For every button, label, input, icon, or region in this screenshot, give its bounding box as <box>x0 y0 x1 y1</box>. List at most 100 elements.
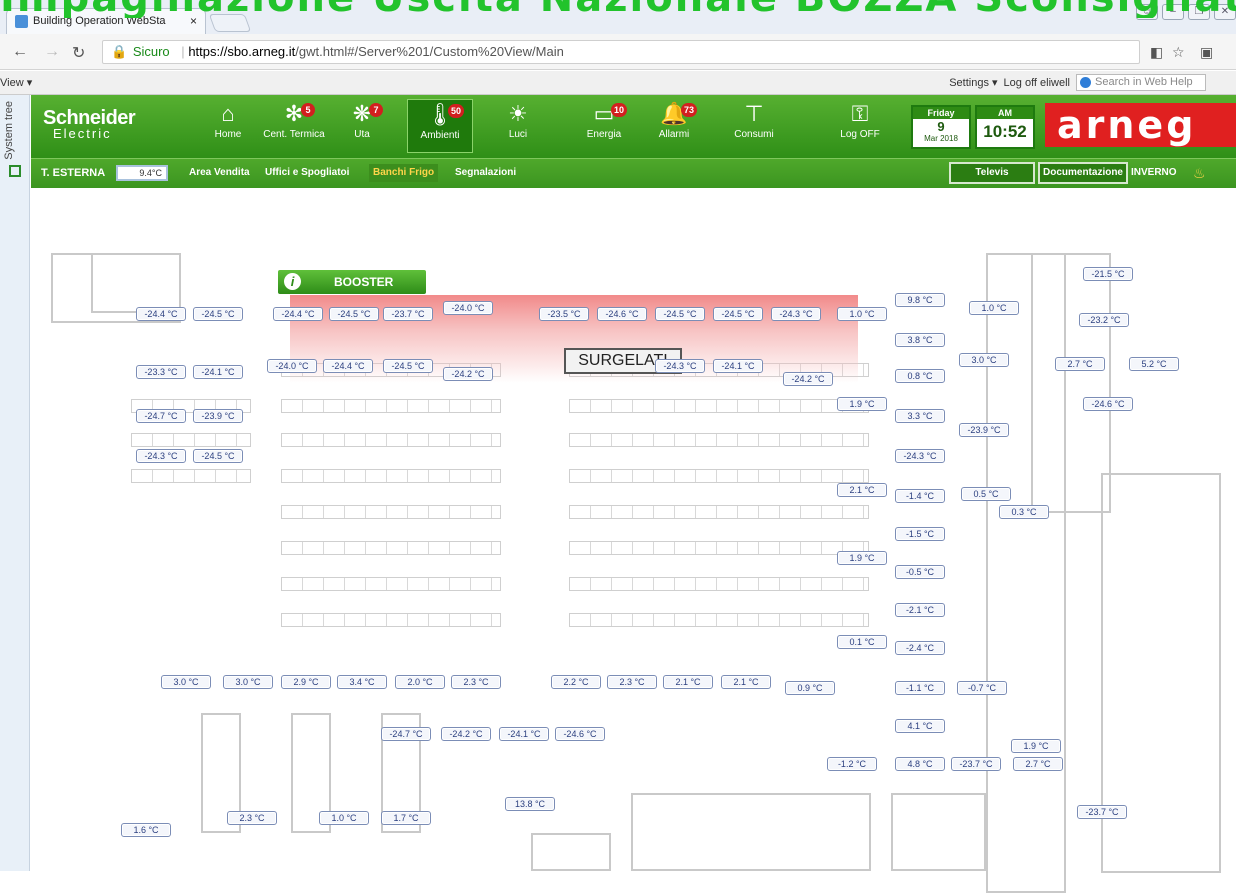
temperature-readout[interactable]: -24.7 °C <box>381 727 431 741</box>
temperature-readout[interactable]: -24.6 °C <box>1083 397 1133 411</box>
temperature-readout[interactable]: 2.7 °C <box>1055 357 1105 371</box>
tab-area-vendita[interactable]: Area Vendita <box>185 164 254 182</box>
temperature-readout[interactable]: -24.5 °C <box>713 307 763 321</box>
help-search-input[interactable]: Search in Web Help <box>1076 74 1206 91</box>
temperature-readout[interactable]: -1.2 °C <box>827 757 877 771</box>
temperature-readout[interactable]: -24.2 °C <box>443 367 493 381</box>
nav-uta[interactable]: ❋ Uta 7 <box>329 99 395 153</box>
temperature-readout[interactable]: 1.9 °C <box>837 397 887 411</box>
tab-segnalazioni[interactable]: Segnalazioni <box>451 164 520 182</box>
temperature-readout[interactable]: 2.7 °C <box>1013 757 1063 771</box>
temperature-readout[interactable]: 1.0 °C <box>837 307 887 321</box>
settings-menu[interactable]: Settings ▾ <box>949 76 997 89</box>
nav-cent-termica[interactable]: ✻ Cent. Termica 5 <box>261 99 327 153</box>
nav-ambienti[interactable]: 🌡 Ambienti 50 <box>407 99 473 153</box>
temperature-readout[interactable]: 13.8 °C <box>505 797 555 811</box>
booster-button[interactable]: i BOOSTER <box>278 270 426 294</box>
nav-log-off[interactable]: ⚿ Log OFF <box>827 99 893 153</box>
temperature-readout[interactable]: -24.4 °C <box>136 307 186 321</box>
tree-icon[interactable] <box>9 165 21 177</box>
temperature-readout[interactable]: -24.2 °C <box>441 727 491 741</box>
temperature-readout[interactable]: 4.8 °C <box>895 757 945 771</box>
temperature-readout[interactable]: -24.0 °C <box>443 301 493 315</box>
nav-energia[interactable]: ▭ Energia 10 <box>571 99 637 153</box>
temperature-readout[interactable]: 3.0 °C <box>161 675 211 689</box>
url-input[interactable]: 🔒 Sicuro | https://sbo.arneg.it/gwt.html… <box>102 40 1140 64</box>
temperature-readout[interactable]: -24.6 °C <box>555 727 605 741</box>
tab-banchi-frigo[interactable]: Banchi Frigo <box>369 164 439 182</box>
temperature-readout[interactable]: 3.0 °C <box>959 353 1009 367</box>
temperature-readout[interactable]: -24.1 °C <box>713 359 763 373</box>
temperature-readout[interactable]: 2.9 °C <box>281 675 331 689</box>
temperature-readout[interactable]: 0.8 °C <box>895 369 945 383</box>
temperature-readout[interactable]: -24.3 °C <box>655 359 705 373</box>
temperature-readout[interactable]: -24.7 °C <box>136 409 186 423</box>
temperature-readout[interactable]: -1.5 °C <box>895 527 945 541</box>
extension-icon[interactable]: ▣ <box>1200 44 1213 61</box>
temperature-readout[interactable]: -24.3 °C <box>136 449 186 463</box>
nav-consumi[interactable]: ⊤ Consumi <box>721 99 787 153</box>
temperature-readout[interactable]: -24.5 °C <box>193 307 243 321</box>
temperature-readout[interactable]: 2.1 °C <box>721 675 771 689</box>
back-icon[interactable]: ← <box>12 43 28 61</box>
temperature-readout[interactable]: -0.5 °C <box>895 565 945 579</box>
temperature-readout[interactable]: 0.9 °C <box>785 681 835 695</box>
temperature-readout[interactable]: -24.5 °C <box>655 307 705 321</box>
temperature-readout[interactable]: -23.9 °C <box>959 423 1009 437</box>
temperature-readout[interactable]: -2.1 °C <box>895 603 945 617</box>
temperature-readout[interactable]: -23.5 °C <box>539 307 589 321</box>
nav-allarmi[interactable]: 🔔 Allarmi 73 <box>641 99 707 153</box>
temperature-readout[interactable]: -24.6 °C <box>597 307 647 321</box>
temperature-readout[interactable]: 2.3 °C <box>607 675 657 689</box>
temperature-readout[interactable]: 2.0 °C <box>395 675 445 689</box>
temperature-readout[interactable]: -23.3 °C <box>136 365 186 379</box>
temperature-readout[interactable]: -1.4 °C <box>895 489 945 503</box>
forward-icon[interactable]: → <box>44 43 60 61</box>
tab-uffici-spogliatoi[interactable]: Uffici e Spogliatoi <box>261 164 353 182</box>
temperature-readout[interactable]: 1.6 °C <box>121 823 171 837</box>
temperature-readout[interactable]: 4.1 °C <box>895 719 945 733</box>
temperature-readout[interactable]: -23.7 °C <box>383 307 433 321</box>
blocked-popup-icon[interactable]: ◧ <box>1150 44 1163 61</box>
temperature-readout[interactable]: 2.1 °C <box>837 483 887 497</box>
temperature-readout[interactable]: -24.1 °C <box>499 727 549 741</box>
reload-icon[interactable]: ↻ <box>72 43 85 63</box>
nav-home[interactable]: ⌂ Home <box>195 99 261 153</box>
temperature-readout[interactable]: 9.8 °C <box>895 293 945 307</box>
temperature-readout[interactable]: 0.5 °C <box>961 487 1011 501</box>
temperature-readout[interactable]: 0.1 °C <box>837 635 887 649</box>
temperature-readout[interactable]: -0.7 °C <box>957 681 1007 695</box>
temperature-readout[interactable]: -24.4 °C <box>273 307 323 321</box>
temperature-readout[interactable]: 5.2 °C <box>1129 357 1179 371</box>
temperature-readout[interactable]: -23.7 °C <box>951 757 1001 771</box>
temperature-readout[interactable]: 1.0 °C <box>969 301 1019 315</box>
temperature-readout[interactable]: 3.3 °C <box>895 409 945 423</box>
bookmark-star-icon[interactable]: ☆ <box>1172 44 1185 61</box>
temperature-readout[interactable]: -24.1 °C <box>193 365 243 379</box>
temperature-readout[interactable]: -23.7 °C <box>1077 805 1127 819</box>
temperature-readout[interactable]: -1.1 °C <box>895 681 945 695</box>
nav-luci[interactable]: ☀ Luci <box>485 99 551 153</box>
temperature-readout[interactable]: -2.4 °C <box>895 641 945 655</box>
temperature-readout[interactable]: 2.3 °C <box>227 811 277 825</box>
view-menu[interactable]: View ▾ <box>0 76 32 89</box>
temperature-readout[interactable]: 2.3 °C <box>451 675 501 689</box>
temperature-readout[interactable]: -24.5 °C <box>329 307 379 321</box>
temperature-readout[interactable]: -21.5 °C <box>1083 267 1133 281</box>
temperature-readout[interactable]: 3.8 °C <box>895 333 945 347</box>
temperature-readout[interactable]: 1.9 °C <box>1011 739 1061 753</box>
logoff-link[interactable]: Log off eliwell <box>1004 77 1070 89</box>
televis-button[interactable]: Televis <box>949 162 1035 184</box>
temperature-readout[interactable]: -24.4 °C <box>323 359 373 373</box>
temperature-readout[interactable]: 3.0 °C <box>223 675 273 689</box>
temperature-readout[interactable]: 1.0 °C <box>319 811 369 825</box>
heat-waves-icon[interactable]: ♨ <box>1189 164 1210 182</box>
documentazione-button[interactable]: Documentazione <box>1038 162 1128 184</box>
temperature-readout[interactable]: 2.1 °C <box>663 675 713 689</box>
temperature-readout[interactable]: -24.3 °C <box>895 449 945 463</box>
temperature-readout[interactable]: 1.9 °C <box>837 551 887 565</box>
temperature-readout[interactable]: -23.9 °C <box>193 409 243 423</box>
temperature-readout[interactable]: 2.2 °C <box>551 675 601 689</box>
temperature-readout[interactable]: 1.7 °C <box>381 811 431 825</box>
system-tree-rail[interactable]: System tree <box>0 95 30 871</box>
